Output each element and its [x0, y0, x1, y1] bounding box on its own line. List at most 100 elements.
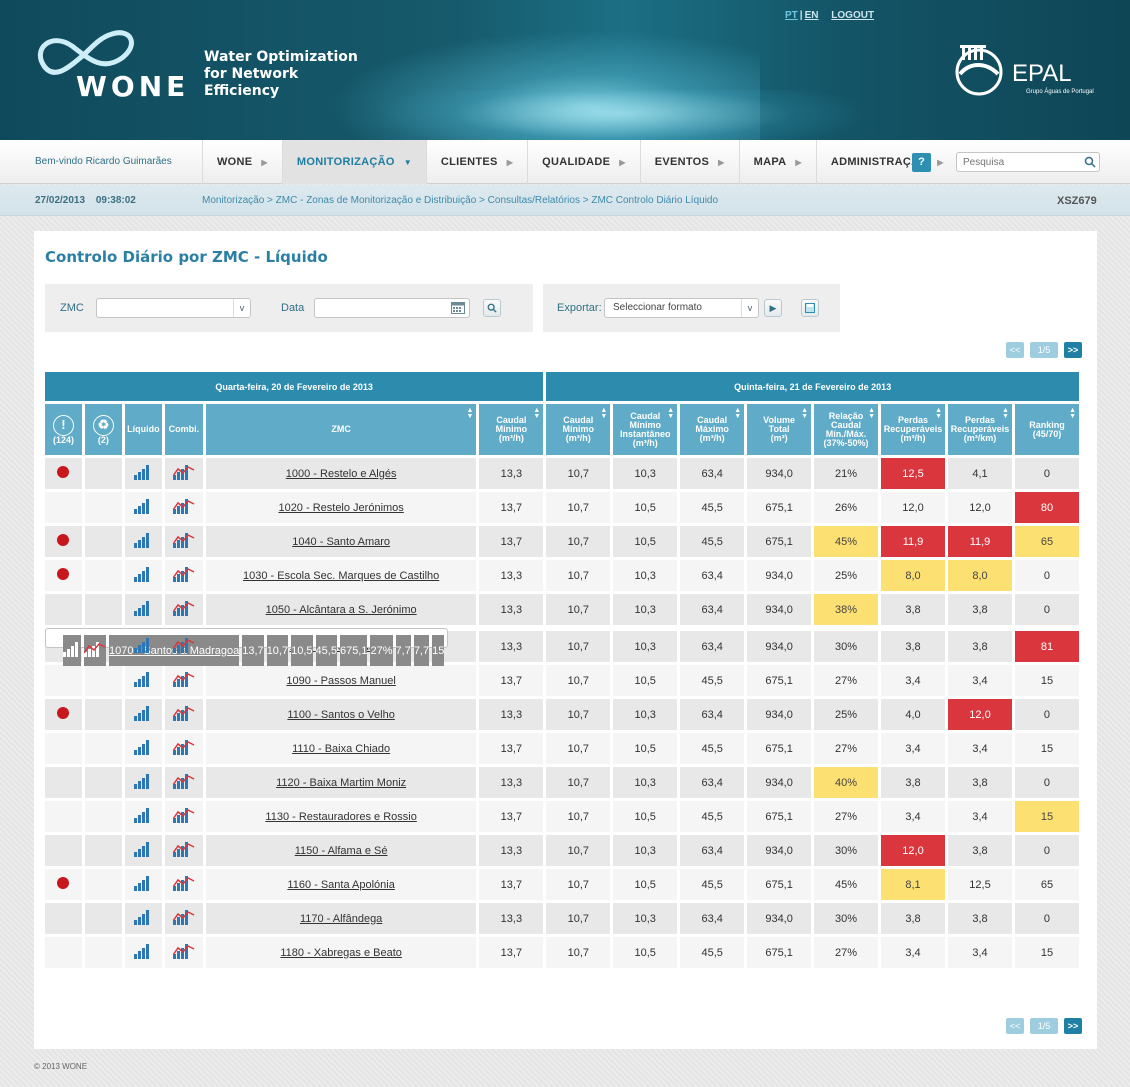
breadcrumb[interactable]: Monitorização > ZMC - Zonas de Monitoriz…	[202, 195, 718, 206]
export-format-select[interactable]: Seleccionar formato v	[604, 298, 759, 318]
bar-chart-icon[interactable]	[134, 464, 152, 480]
bar-chart-icon[interactable]	[134, 739, 152, 755]
combined-chart-icon[interactable]	[84, 641, 106, 657]
perdas-h-header[interactable]: Perdas Recuperáveis (m³/h) ▲ ▼	[881, 404, 945, 455]
table-row[interactable]: 1090 - Passos Manuel 13,7 10,7 10,5 45,5 675,…	[45, 665, 1079, 696]
next-page-button[interactable]: >>	[1064, 342, 1082, 358]
table-row[interactable]: 1030 - Escola Sec. Marques de Castilho 13…	[45, 560, 1079, 591]
nav-item-6[interactable]: ADMINISTRAÇÃO ▶	[815, 140, 958, 184]
nav-item-0[interactable]: WONE ▶	[202, 140, 282, 184]
search-icon[interactable]	[1084, 156, 1096, 168]
wone-logo[interactable]: WONE	[32, 28, 185, 103]
table-row[interactable]: 1000 - Restelo e Algés 13,3 10,7 10,3 63,4 93…	[45, 458, 1079, 489]
bar-chart-icon[interactable]	[134, 637, 152, 653]
table-row[interactable]: 1050 - Alcântara a S. Jerónimo 13,3 10,7 10…	[45, 594, 1079, 625]
zmc-link[interactable]: 1100 - Santos o Velho	[205, 699, 477, 730]
alarm-dot-icon[interactable]	[57, 877, 70, 889]
sort-icon[interactable]: ▲ ▼	[734, 407, 741, 420]
search-button[interactable]	[483, 299, 501, 317]
zmc-link[interactable]: 1130 - Restauradores e Rossio	[205, 801, 477, 832]
zmc-link[interactable]: 1120 - Baixa Martim Moniz	[205, 767, 477, 798]
caudal-min-header[interactable]: Caudal Mínimo (m³/h) ▲ ▼	[479, 404, 544, 455]
table-row[interactable]: 1130 - Restauradores e Rossio 13,7 10,7 10,…	[45, 801, 1079, 832]
zmc-link[interactable]: 1180 - Xabregas e Beato	[205, 937, 477, 968]
zmc-link[interactable]: 1020 - Restelo Jerónimos	[205, 492, 477, 523]
sort-icon[interactable]: ▲ ▼	[466, 407, 473, 420]
zmc-column-header[interactable]: ZMC ▲ ▼	[205, 404, 477, 455]
combined-chart-icon[interactable]	[172, 566, 195, 582]
table-row[interactable]: 1120 - Baixa Martim Moniz 13,3 10,7 10,3 63,…	[45, 767, 1079, 798]
zmc-link[interactable]: 1110 - Baixa Chiado	[205, 733, 477, 764]
alerts-column-header[interactable]: ♻ (2)	[84, 404, 122, 455]
ranking-header[interactable]: Ranking (45/70) ▲ ▼	[1014, 404, 1079, 455]
caudal-min-inst-header[interactable]: Caudal Mínimo Instantâneo (m³/h) ▲ ▼	[613, 404, 678, 455]
table-row[interactable]: 1150 - Alfama e Sé 13,3 10,7 10,3 63,4 934,0 3…	[45, 835, 1079, 866]
help-button[interactable]: ?	[912, 153, 931, 172]
bar-chart-icon[interactable]	[134, 566, 152, 582]
volume-header[interactable]: Volume Total (m³) ▲ ▼	[747, 404, 812, 455]
combined-chart-icon[interactable]	[172, 773, 195, 789]
zmc-link[interactable]: 1090 - Passos Manuel	[205, 665, 477, 696]
sort-icon[interactable]: ▲ ▼	[1002, 407, 1009, 420]
sort-icon[interactable]: ▲ ▼	[1069, 407, 1076, 420]
combined-chart-icon[interactable]	[172, 875, 195, 891]
combined-chart-icon[interactable]	[172, 807, 195, 823]
table-row[interactable]: 1180 - Xabregas e Beato 13,7 10,7 10,5 45,5 6…	[45, 937, 1079, 968]
caudal-max-header[interactable]: Caudal Máximo (m³/h) ▲ ▼	[680, 404, 745, 455]
combined-chart-icon[interactable]	[172, 532, 195, 548]
bar-chart-icon[interactable]	[134, 705, 152, 721]
bar-chart-icon[interactable]	[134, 498, 152, 514]
combined-chart-icon[interactable]	[172, 671, 195, 687]
combined-chart-icon[interactable]	[172, 600, 195, 616]
prev-page-button[interactable]: <<	[1006, 342, 1024, 358]
combined-chart-icon[interactable]	[172, 705, 195, 721]
epal-logo[interactable]: EPAL Grupo Águas de Portugal	[950, 40, 1110, 100]
logout-link[interactable]: LOGOUT	[831, 10, 874, 21]
combined-chart-icon[interactable]	[172, 739, 195, 755]
table-row[interactable]: 1170 - Alfândega 13,3 10,7 10,3 63,4 934,0 30%…	[45, 903, 1079, 934]
caudal-min2-header[interactable]: Caudal Mínimo (m³/h) ▲ ▼	[546, 404, 611, 455]
nav-item-3[interactable]: QUALIDADE ▶	[527, 140, 640, 184]
bar-chart-icon[interactable]	[134, 875, 152, 891]
bar-chart-icon[interactable]	[134, 841, 152, 857]
relacao-header[interactable]: Relação Caudal Mín./Máx. (37%-50%) ▲ ▼	[814, 404, 879, 455]
combined-chart-icon[interactable]	[172, 909, 195, 925]
perdas-km-header[interactable]: Perdas Recuperáveis (m³/km) ▲ ▼	[948, 404, 1012, 455]
bar-chart-icon[interactable]	[134, 773, 152, 789]
search-input[interactable]	[956, 152, 1100, 172]
lang-en-link[interactable]: EN	[805, 10, 819, 21]
table-row[interactable]: 1020 - Restelo Jerónimos 13,7 10,7 10,5 45,5…	[45, 492, 1079, 523]
bar-chart-icon[interactable]	[134, 600, 152, 616]
combined-chart-icon[interactable]	[172, 637, 195, 653]
sort-icon[interactable]: ▲ ▼	[801, 407, 808, 420]
bar-chart-icon[interactable]	[134, 671, 152, 687]
sort-icon[interactable]: ▲ ▼	[868, 407, 875, 420]
date-field[interactable]	[314, 298, 470, 318]
lang-pt-link[interactable]: PT	[785, 10, 798, 21]
zmc-link[interactable]: 1150 - Alfama e Sé	[205, 835, 477, 866]
bar-chart-icon[interactable]	[134, 807, 152, 823]
bar-chart-icon[interactable]	[63, 641, 81, 657]
zmc-link[interactable]: 1160 - Santa Apolónia	[205, 869, 477, 900]
alarm-dot-icon[interactable]	[57, 466, 70, 478]
alarm-dot-icon[interactable]	[57, 534, 70, 546]
combined-chart-icon[interactable]	[172, 841, 195, 857]
nav-item-4[interactable]: EVENTOS ▶	[639, 140, 739, 184]
nav-item-1[interactable]: MONITORIZAÇÃO ▼	[281, 140, 426, 184]
export-go-button[interactable]: ▶	[764, 299, 782, 317]
zmc-link[interactable]: 1030 - Escola Sec. Marques de Castilho	[205, 560, 477, 591]
sort-icon[interactable]: ▲ ▼	[667, 407, 674, 420]
alarm-dot-icon[interactable]	[57, 568, 70, 580]
bar-chart-icon[interactable]	[134, 532, 152, 548]
sort-icon[interactable]: ▲ ▼	[600, 407, 607, 420]
prev-page-button[interactable]: <<	[1006, 1018, 1024, 1034]
table-row[interactable]: 1040 - Santo Amaro 13,7 10,7 10,5 45,5 675,1 4…	[45, 526, 1079, 557]
alarms-column-header[interactable]: ! (124)	[45, 404, 82, 455]
zmc-link[interactable]: 1040 - Santo Amaro	[205, 526, 477, 557]
zmc-link[interactable]: 1000 - Restelo e Algés	[205, 458, 477, 489]
nav-item-5[interactable]: MAPA ▶	[738, 140, 816, 184]
nav-item-2[interactable]: CLIENTES ▶	[425, 140, 527, 184]
combined-chart-icon[interactable]	[172, 498, 195, 514]
bar-chart-icon[interactable]	[134, 909, 152, 925]
save-button[interactable]	[801, 299, 819, 317]
